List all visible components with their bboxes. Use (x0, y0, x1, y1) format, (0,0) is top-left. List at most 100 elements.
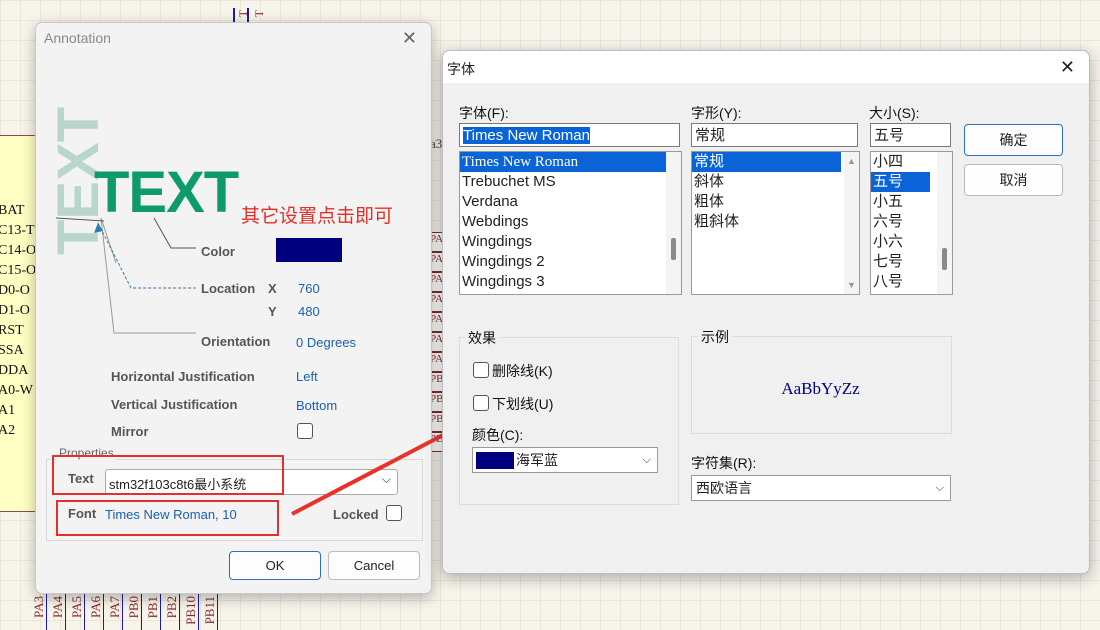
font-style-input[interactable]: 常规 (691, 123, 858, 147)
highlight-font-box (56, 500, 279, 536)
bottom-pin-label: PB11 (202, 596, 217, 625)
style-list-item[interactable]: 粗斜体 (692, 212, 841, 232)
scrollbar[interactable]: ▲ ▼ (844, 152, 859, 294)
color-select[interactable]: 海军蓝 ⌵ (472, 447, 658, 473)
bottom-pin-label: PB2 (164, 596, 179, 619)
location-label: Location (201, 281, 256, 296)
font-size-label: 大小(S): (869, 105, 920, 121)
v-justification-label: Vertical Justification (111, 397, 238, 412)
style-list-item[interactable]: 常规 (692, 152, 841, 172)
charset-select-value: 西欧语言 (696, 480, 752, 496)
bottom-pin-label: PA7 (107, 596, 122, 618)
chevron-down-icon: ⌵ (642, 454, 651, 466)
wire (46, 592, 47, 630)
cancel-button[interactable]: 取消 (964, 164, 1063, 196)
h-justification-label: Horizontal Justification (111, 369, 255, 384)
wire (65, 592, 66, 630)
wire (122, 592, 123, 630)
font-style-list[interactable]: 常规 斜体 粗体 粗斜体 ▲ ▼ (691, 151, 860, 295)
font-name-label: 字体(F): (459, 105, 509, 121)
size-list-item[interactable]: 七号 (871, 252, 930, 272)
bottom-pin-label: PA4 (50, 596, 65, 618)
wire (84, 592, 85, 630)
font-dialog: 字体 ✕ 字体(F): Times New Roman Times New Ro… (442, 50, 1090, 574)
top-pin-label: T (252, 10, 266, 18)
font-name-input-value: Times New Roman (463, 127, 590, 144)
effects-label: 效果 (465, 328, 499, 348)
x-value[interactable]: 760 (298, 281, 320, 296)
mirror-checkbox[interactable] (297, 423, 313, 439)
font-list-item[interactable]: Webdings (460, 212, 681, 232)
strikeout-label: 删除线(K) (492, 363, 553, 379)
top-pin-label: T (236, 10, 250, 18)
font-list-item[interactable]: Wingdings (460, 232, 681, 252)
pin-label: D0-O (0, 283, 30, 298)
size-list-item[interactable]: 小五 (871, 192, 930, 212)
size-list-item[interactable]: 六号 (871, 212, 930, 232)
chevron-down-icon: ⌵ (935, 482, 944, 494)
bottom-pin-label: PA5 (69, 596, 84, 618)
font-size-list[interactable]: 小四 五号 小五 六号 小六 七号 八号 (870, 151, 953, 295)
pin-label: RST (0, 323, 24, 338)
wire (103, 592, 104, 630)
highlight-text-box (52, 455, 284, 495)
v-justification-value[interactable]: Bottom (296, 398, 337, 413)
h-justification-value[interactable]: Left (296, 369, 318, 384)
bottom-pin-label: PA6 (88, 596, 103, 618)
size-list-item[interactable]: 小四 (871, 152, 930, 172)
mirror-label: Mirror (111, 424, 149, 439)
pin-label: C14-O (0, 243, 37, 258)
wire (160, 592, 161, 630)
orientation-value[interactable]: 0 Degrees (296, 335, 356, 350)
bottom-pin-label: PA3 (31, 596, 46, 618)
color-select-value: 海军蓝 (516, 452, 558, 468)
dialog-title: 字体 (447, 61, 475, 77)
size-list-item[interactable]: 八号 (871, 272, 930, 292)
y-value[interactable]: 480 (298, 304, 320, 319)
pin-label: SSA (0, 343, 24, 358)
style-list-item[interactable]: 斜体 (692, 172, 841, 192)
locked-label: Locked (333, 507, 379, 522)
close-icon[interactable]: ✕ (1060, 58, 1075, 76)
scrollbar[interactable] (937, 152, 952, 294)
title-bar (443, 51, 1089, 83)
wire (198, 592, 199, 630)
size-list-item[interactable]: 小六 (871, 232, 930, 252)
scroll-down-icon[interactable]: ▼ (847, 280, 856, 290)
font-list-item[interactable]: Times New Roman (460, 152, 681, 172)
bottom-pin-label: PB10 (183, 596, 198, 625)
ok-button[interactable]: 确定 (964, 124, 1063, 156)
strikeout-checkbox[interactable] (473, 362, 489, 378)
scrollbar[interactable] (666, 152, 681, 294)
sample-label: 示例 (698, 327, 732, 347)
pin-label: A0-W (0, 383, 33, 398)
font-list-item[interactable]: Verdana (460, 192, 681, 212)
chevron-down-icon[interactable]: ⌵ (382, 472, 391, 487)
underline-checkbox[interactable] (473, 395, 489, 411)
font-list-item[interactable]: Wingdings 3 (460, 272, 681, 292)
scroll-up-icon[interactable]: ▲ (847, 156, 856, 166)
font-name-input[interactable]: Times New Roman (459, 123, 680, 147)
annotation-dialog: Annotation ✕ TEXT TEXT 其它设置点击即可 Color Lo… (35, 22, 432, 594)
color-label: Color (201, 244, 235, 259)
orientation-label: Orientation (201, 334, 271, 349)
wire (217, 592, 218, 630)
locked-checkbox[interactable] (386, 505, 402, 521)
font-name-list[interactable]: Times New Roman Trebuchet MS Verdana Webdin… (459, 151, 682, 295)
font-size-input[interactable]: 五号 (870, 123, 951, 147)
style-list-item[interactable]: 粗体 (692, 192, 841, 212)
cancel-button[interactable]: Cancel (328, 551, 420, 580)
color-swatch[interactable] (276, 238, 342, 262)
ok-button[interactable]: OK (229, 551, 321, 580)
preview-leader-lines (55, 217, 196, 334)
charset-label: 字符集(R): (691, 455, 757, 471)
font-list-item[interactable]: Trebuchet MS (460, 172, 681, 192)
y-label: Y (268, 304, 277, 319)
wire (141, 592, 142, 630)
x-label: X (268, 281, 277, 296)
size-list-item[interactable]: 五号 (871, 172, 930, 192)
charset-select[interactable]: 西欧语言 ⌵ (691, 475, 951, 501)
font-list-item[interactable]: Wingdings 2 (460, 252, 681, 272)
color-label: 颜色(C): (472, 427, 524, 443)
pin-label: A1 (0, 403, 16, 418)
